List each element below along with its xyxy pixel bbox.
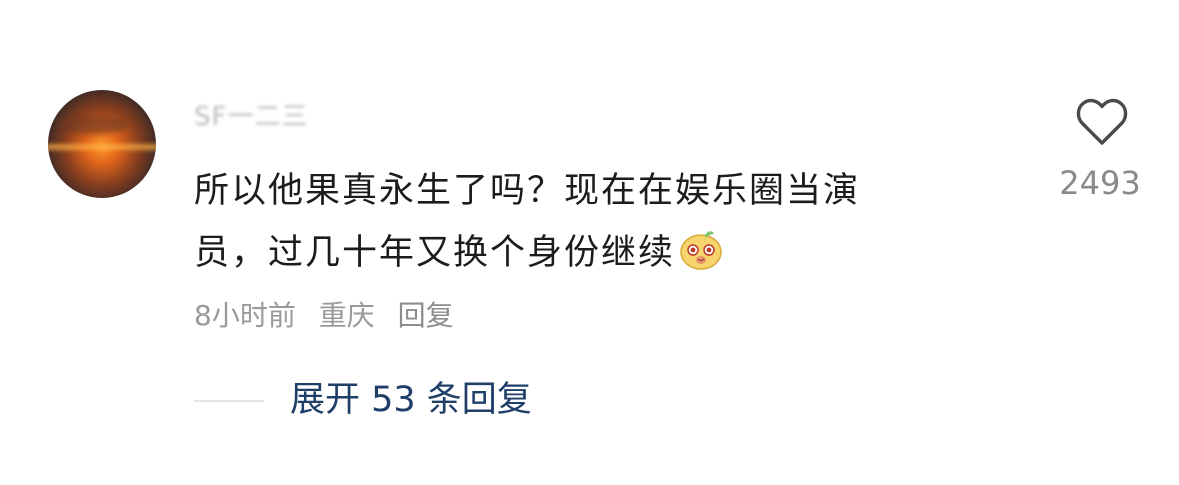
comment-time: 8小时前 <box>194 299 296 332</box>
replies-divider <box>194 400 264 402</box>
comment-text: 所以他果真永生了吗？现在在娱乐圈当演 员，过几十年又换个身份继续 <box>194 160 984 284</box>
like-count: 2493 <box>1059 164 1141 202</box>
comment-text-line-1: 所以他果真永生了吗？现在在娱乐圈当演 <box>194 171 861 211</box>
username[interactable]: SF一二三 <box>194 102 308 128</box>
comment-meta: 8小时前 重庆 回复 <box>194 296 468 336</box>
reply-button[interactable]: 回复 <box>398 299 454 332</box>
avatar-cloud <box>58 116 128 134</box>
avatar[interactable] <box>48 90 156 198</box>
comment-text-line-2: 员，过几十年又换个身份继续 <box>194 233 676 273</box>
heart-outline-icon[interactable] <box>1074 96 1130 148</box>
comment-item: SF一二三 所以他果真永生了吗？现在在娱乐圈当演 员，过几十年又换个身份继续 8… <box>0 0 1179 485</box>
comment-location: 重庆 <box>318 299 375 332</box>
expand-replies-button[interactable]: 展开 53 条回复 <box>290 378 532 422</box>
smiling-face-emoji-icon <box>680 231 722 270</box>
avatar-horizon <box>48 144 156 150</box>
